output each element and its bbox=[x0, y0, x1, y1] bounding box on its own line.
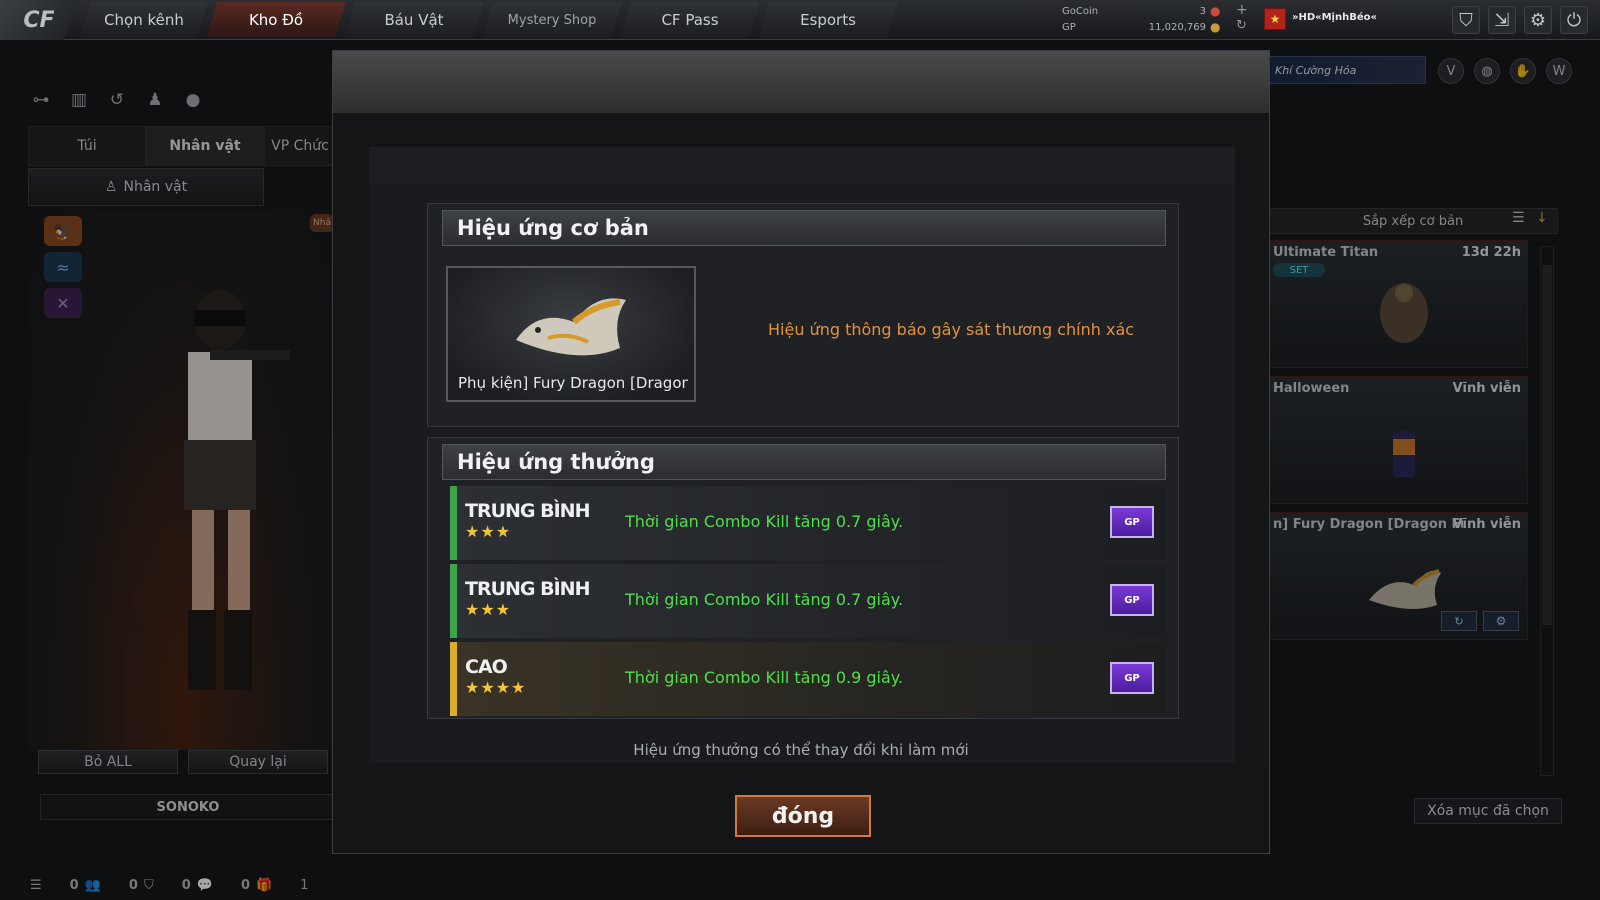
bonus-effect-text: Thời gian Combo Kill tăng 0.9 giây. bbox=[625, 668, 904, 687]
bonus-effect-row: CAO ★★★★ Thời gian Combo Kill tăng 0.9 g… bbox=[450, 642, 1166, 716]
shield-icon[interactable]: ⛉ bbox=[1452, 6, 1480, 34]
gear-icon[interactable]: ⚙ bbox=[1524, 6, 1552, 34]
bonus-effect-section: Hiệu ứng thưởng TRUNG BÌNH ★★★ Thời gian… bbox=[427, 437, 1179, 719]
modal-subheader bbox=[369, 147, 1235, 183]
tab-esports[interactable]: Esports bbox=[758, 2, 898, 38]
basic-effect-section: Hiệu ứng cơ bản Phụ kiện] Fury Dragon [D… bbox=[427, 203, 1179, 427]
star-rating: ★★★★ bbox=[465, 678, 527, 697]
bonus-effect-row: TRUNG BÌNH ★★★ Thời gian Combo Kill tăng… bbox=[450, 486, 1166, 560]
top-nav-bar: CF Chọn kênh Kho Đồ Báu Vật Mystery Shop… bbox=[0, 0, 1600, 40]
add-coin-icon[interactable]: + bbox=[1236, 2, 1248, 18]
tier-label: TRUNG BÌNH bbox=[465, 578, 590, 600]
tier-label: TRUNG BÌNH bbox=[465, 500, 590, 522]
power-icon[interactable]: ⏻ bbox=[1560, 6, 1588, 34]
gp-reroll-button[interactable]: GP bbox=[1110, 506, 1154, 538]
exit-room-icon[interactable]: ⇲ bbox=[1488, 6, 1516, 34]
gp-reroll-button[interactable]: GP bbox=[1110, 584, 1154, 616]
tab-bau-vat[interactable]: Báu Vật bbox=[344, 2, 484, 38]
gp-reroll-icon: GP bbox=[1124, 594, 1140, 606]
bonus-effect-text: Thời gian Combo Kill tăng 0.7 giây. bbox=[625, 590, 904, 609]
gp-reroll-icon: GP bbox=[1124, 516, 1140, 528]
currency-values: 3 11,020,769 bbox=[1130, 4, 1206, 36]
player-name[interactable]: »HD«MịnhBéo« bbox=[1292, 12, 1377, 23]
close-button[interactable]: đóng bbox=[735, 795, 871, 837]
gp-value: 11,020,769 bbox=[1148, 22, 1206, 33]
bonus-effect-row: TRUNG BÌNH ★★★ Thời gian Combo Kill tăng… bbox=[450, 564, 1166, 638]
flag-icon: ★ bbox=[1264, 8, 1286, 30]
gp-reroll-button[interactable]: GP bbox=[1110, 662, 1154, 694]
effect-detail-modal: Hiệu ứng cơ bản Phụ kiện] Fury Dragon [D… bbox=[332, 50, 1270, 854]
gocoin-icon: ● bbox=[1210, 4, 1221, 18]
gp-coin-icon: ● bbox=[1210, 20, 1221, 34]
gocoin-label: GoCoin bbox=[1062, 6, 1099, 17]
tab-kho-do[interactable]: Kho Đồ bbox=[206, 2, 346, 38]
basic-effect-title: Hiệu ứng cơ bản bbox=[442, 210, 1166, 246]
bonus-effect-text: Thời gian Combo Kill tăng 0.7 giây. bbox=[625, 512, 904, 531]
tab-cf-pass[interactable]: CF Pass bbox=[620, 2, 760, 38]
item-preview: Phụ kiện] Fury Dragon [Dragon Fury] bbox=[446, 266, 696, 402]
star-rating: ★★★ bbox=[465, 600, 512, 619]
tab-chon-kenh[interactable]: Chọn kênh bbox=[80, 2, 208, 38]
tab-mystery-shop[interactable]: Mystery Shop bbox=[482, 2, 622, 38]
modal-header bbox=[333, 51, 1269, 113]
tier-label: CAO bbox=[465, 656, 508, 678]
gp-reroll-icon: GP bbox=[1124, 672, 1140, 684]
gocoin-value: 3 bbox=[1199, 6, 1206, 17]
item-preview-label: Phụ kiện] Fury Dragon [Dragon Fury] bbox=[458, 374, 688, 392]
refresh-icon[interactable]: ↻ bbox=[1236, 18, 1247, 33]
bonus-effect-title: Hiệu ứng thưởng bbox=[442, 444, 1166, 480]
refresh-note: Hiệu ứng thưởng có thể thay đổi khi làm … bbox=[633, 741, 969, 759]
cf-logo[interactable]: CF bbox=[0, 0, 78, 40]
fury-dragon-accessory-image bbox=[516, 298, 626, 356]
basic-effect-text: Hiệu ứng thông báo gây sát thương chính … bbox=[768, 320, 1135, 339]
gp-label: GP bbox=[1062, 22, 1076, 33]
currency-labels: GoCoin GP bbox=[1062, 4, 1098, 36]
star-rating: ★★★ bbox=[465, 522, 512, 541]
